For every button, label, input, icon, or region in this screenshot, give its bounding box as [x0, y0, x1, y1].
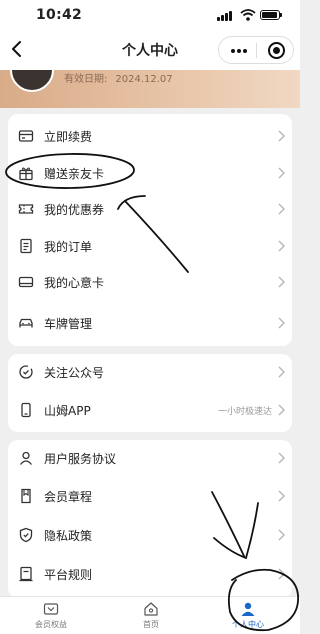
tab-label: 会员权益: [35, 620, 67, 629]
tab-personal-center[interactable]: 个人中心: [218, 601, 278, 630]
tab-member-benefits[interactable]: 会员权益: [21, 601, 81, 630]
close-target-icon[interactable]: [268, 42, 285, 59]
menu-item-privacy-policy[interactable]: 隐私政策: [8, 517, 292, 553]
menu-item-label: 我的心意卡: [44, 276, 105, 290]
menu-item-orders[interactable]: 我的订单: [8, 228, 292, 264]
chevron-right-icon: [278, 276, 285, 288]
gift-icon: [19, 167, 33, 181]
chevron-right-icon: [278, 529, 285, 541]
chevron-right-icon: [278, 366, 285, 378]
menu-item-label: 关注公众号: [44, 366, 105, 380]
tab-home[interactable]: 首页: [121, 601, 181, 630]
app-links-card: 关注公众号 山姆APP 一小时极速达: [8, 354, 292, 432]
renew-card-icon: [18, 130, 34, 142]
menu-item-license-plates[interactable]: 车牌管理: [8, 305, 292, 341]
menu-item-label: 车牌管理: [44, 317, 93, 331]
member-charter-icon: [21, 488, 31, 504]
tab-label: 首页: [143, 620, 159, 629]
menu-item-label: 立即续费: [44, 130, 93, 144]
wifi-icon: [240, 9, 256, 21]
cellular-signal-icon: [217, 11, 233, 21]
menu-item-user-agreement[interactable]: 用户服务协议: [8, 440, 292, 476]
chevron-right-icon: [278, 317, 285, 329]
chevron-right-icon: [278, 404, 285, 416]
order-icon: [20, 238, 32, 254]
policy-card: 用户服务协议 会员章程 隐私政策 平台规则: [8, 440, 292, 598]
nav-bar: 个人中心: [0, 30, 300, 70]
user-agreement-icon: [19, 451, 33, 465]
menu-item-follow-account[interactable]: 关注公众号: [8, 354, 292, 390]
menu-item-label: 我的优惠券: [44, 203, 105, 217]
menu-item-coupons[interactable]: 我的优惠券: [8, 191, 292, 227]
menu-item-platform-rules[interactable]: 平台规则: [8, 556, 292, 592]
phone-icon: [21, 402, 31, 418]
follow-icon: [19, 365, 33, 379]
battery-icon: [260, 10, 282, 20]
avatar: [10, 70, 54, 92]
chevron-right-icon: [278, 568, 285, 580]
mini-program-capsule: [218, 36, 294, 64]
menu-item-label: 隐私政策: [44, 529, 93, 543]
chevron-right-icon: [278, 452, 285, 464]
menu-item-label: 我的订单: [44, 240, 93, 254]
privacy-shield-icon: [19, 527, 33, 543]
chevron-right-icon: [278, 240, 285, 252]
platform-rules-icon: [19, 566, 33, 582]
bottom-tab-bar: 会员权益 首页 个人中心: [0, 596, 300, 634]
menu-item-renew[interactable]: 立即续费: [8, 118, 292, 154]
status-bar: 10:42: [0, 0, 300, 30]
menu-item-label: 用户服务协议: [44, 452, 117, 466]
menu-item-gift-card[interactable]: 赠送亲友卡: [8, 155, 292, 191]
tab-label: 个人中心: [232, 620, 264, 629]
chevron-right-icon: [278, 130, 285, 142]
menu-item-label: 会员章程: [44, 490, 93, 504]
validity-date: 2024.12.07: [115, 74, 173, 85]
app-delivery-hint: 一小时极速达: [217, 407, 272, 417]
validity-info: 有效日期: 2024.12.07: [64, 70, 173, 85]
chevron-right-icon: [278, 490, 285, 502]
chevron-right-icon: [278, 203, 285, 215]
account-menu-card: 立即续费 赠送亲友卡 我的优惠券 我的订单 我的心意卡 车牌管理: [8, 114, 292, 346]
car-icon: [19, 318, 33, 328]
validity-label: 有效日期:: [64, 74, 108, 85]
member-banner: 有效日期: 2024.12.07: [0, 70, 300, 108]
gift-card-icon: [18, 276, 34, 288]
menu-item-label: 赠送亲友卡: [44, 167, 105, 181]
coupon-icon: [18, 204, 34, 214]
menu-item-member-charter[interactable]: 会员章程: [8, 478, 292, 514]
chevron-right-icon: [278, 167, 285, 179]
menu-item-label: 山姆APP: [44, 404, 91, 418]
status-time: 10:42: [36, 7, 83, 23]
person-icon: [241, 602, 255, 616]
menu-item-label: 平台规则: [44, 568, 93, 582]
capsule-divider: [256, 43, 257, 58]
home-icon: [144, 602, 158, 616]
more-dots-icon[interactable]: [231, 49, 247, 53]
menu-item-gift-cards[interactable]: 我的心意卡: [8, 264, 292, 300]
menu-item-sams-app[interactable]: 山姆APP 一小时极速达: [8, 392, 292, 428]
member-benefits-icon: [43, 603, 59, 615]
